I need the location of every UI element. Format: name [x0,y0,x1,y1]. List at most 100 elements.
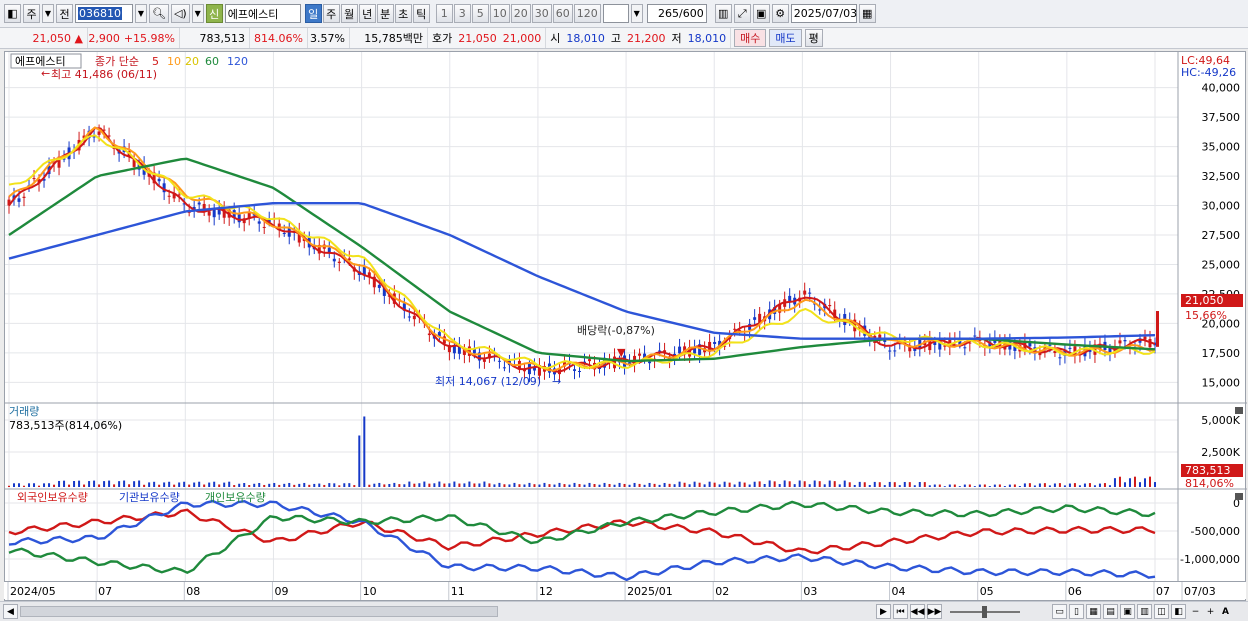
candle-body [257,221,261,224]
volume-bar [708,481,711,487]
candle-body [207,211,211,216]
sound-dropdown-icon[interactable]: ▼ [191,4,204,23]
screen-menu-icon[interactable]: ◧ [4,4,21,23]
buy-button[interactable]: 매수 [734,29,767,47]
zoom-out-icon[interactable]: − [1188,604,1203,619]
sound-icon[interactable]: ◁) [170,4,190,23]
layout-icon-4[interactable]: ▤ [1103,604,1118,619]
volume-bar [973,486,976,487]
layout-icon-3[interactable]: ▦ [1086,604,1101,619]
period-tab-4[interactable]: 분 [376,4,394,23]
volume-bar [883,485,886,487]
volume-bar [548,484,551,487]
interval-button-1[interactable]: 1 [435,4,453,23]
interval-input[interactable] [602,4,629,23]
volume-bar [288,482,291,487]
volume-bar [648,482,651,487]
interval-button-60[interactable]: 60 [552,4,573,23]
volume-bar [503,484,506,487]
candle-body [197,202,201,205]
scroll-right-icon[interactable]: ▶ [876,604,891,619]
interval-button-10[interactable]: 10 [489,4,510,23]
chart-area[interactable]: 40,000 37,500 35,000 32,500 30,000 27,500 25,0… [4,51,1247,602]
period-tab-5[interactable]: 초 [394,4,412,23]
zoom-slider-handle[interactable] [982,606,987,618]
volume-bar [908,482,911,487]
layout-icon-5[interactable]: ▣ [1120,604,1135,619]
volume-panel-close-icon[interactable] [1235,407,1243,414]
draw-tool-icon[interactable]: ⤢ [733,4,751,23]
volume-bar [268,483,271,487]
candle-type-icon[interactable]: ▥ [714,4,732,23]
volume-bar [488,483,491,487]
scroll-start-icon[interactable]: ⏮ [893,604,908,619]
sell-button[interactable]: 매도 [769,29,802,47]
period-tab-3[interactable]: 년 [358,4,376,23]
font-icon[interactable]: A [1218,604,1233,619]
volume-bar [893,482,896,487]
volume-bar [298,483,301,487]
chart-svg[interactable]: 40,000 37,500 35,000 32,500 30,000 27,500 25,0… [5,52,1247,602]
x-tick-label: 10 [363,585,377,598]
volume-bar [48,483,51,487]
data-count-field[interactable]: 265/600 [646,4,707,23]
scroll-left-icon[interactable]: ◀ [3,604,18,619]
scroll-next-icon[interactable]: ▶▶ [927,604,942,619]
interval-button-30[interactable]: 30 [531,4,552,23]
layout-icon-6[interactable]: ▥ [1137,604,1152,619]
layout-icon-8[interactable]: ◧ [1171,604,1186,619]
layout-icon-7[interactable]: ◫ [1154,604,1169,619]
search-icon[interactable]: 🔍︎ [149,4,169,23]
period-tab-0[interactable]: 일 [304,4,322,23]
interval-button-120[interactable]: 120 [573,4,601,23]
prev-button[interactable]: 전 [56,4,73,23]
gear-icon[interactable]: ⚙ [771,4,789,23]
volume-bar [1033,485,1036,487]
x-tick-label: 03 [803,585,817,598]
date-input[interactable]: 2025/07/03 [790,4,857,23]
chart-scrollbar[interactable]: ◀ ▶ ⏮ ◀◀ ▶▶ ▭ ▯ ▦ ▤ ▣ ▥ ◫ ◧ − + A [0,601,1248,621]
period-tab-6[interactable]: 틱 [412,4,430,23]
dividend-annotation: 배당락(-0,87%) [577,324,655,337]
layout-icon-2[interactable]: ▯ [1069,604,1084,619]
volume-bar [78,480,81,487]
candle-body [888,350,892,352]
volume-bar [128,484,131,487]
volume-bar [8,485,10,487]
layout-icon-1[interactable]: ▭ [1052,604,1067,619]
period-tab-1[interactable]: 주 [322,4,340,23]
volume-ratio: 814.06% [250,28,308,48]
zoom-in-icon[interactable]: + [1203,604,1218,619]
interval-button-3[interactable]: 3 [453,4,471,23]
volume-bar [828,480,831,487]
volume-bar [1073,483,1076,487]
calendar-icon[interactable]: ▦ [858,4,876,23]
market-select[interactable]: 주 [23,4,40,23]
candle-body [577,370,581,372]
volume-bar [478,483,481,487]
holdings-y-tick: -500,000 [1191,525,1240,538]
volume-bar [1113,478,1116,487]
code-dropdown-icon[interactable]: ▼ [135,4,147,23]
holdings-panel-close-icon[interactable] [1235,493,1243,500]
market-dropdown-icon[interactable]: ▼ [42,4,54,23]
period-tab-2[interactable]: 월 [340,4,358,23]
volume-bar [618,482,621,487]
scroll-thumb[interactable] [20,606,498,617]
volume-bar [493,484,496,487]
interval-dropdown-icon[interactable]: ▼ [630,4,643,23]
save-icon[interactable]: ▣ [752,4,770,23]
interval-button-20[interactable]: 20 [510,4,531,23]
volume-bar [238,483,241,487]
candle-body [963,347,967,349]
scroll-prev-icon[interactable]: ◀◀ [910,604,925,619]
eval-button[interactable]: 평 [804,29,823,47]
stock-code-input[interactable]: 036810 [75,4,133,23]
interval-buttons: 1 3 5 10 20 30 60 120 [435,4,601,23]
volume-bar [278,484,281,487]
interval-button-5[interactable]: 5 [471,4,489,23]
candle-body [237,214,241,223]
volume-bar [818,481,821,487]
volume-bar [758,481,761,487]
y-tick-label: 35,000 [1202,141,1241,154]
